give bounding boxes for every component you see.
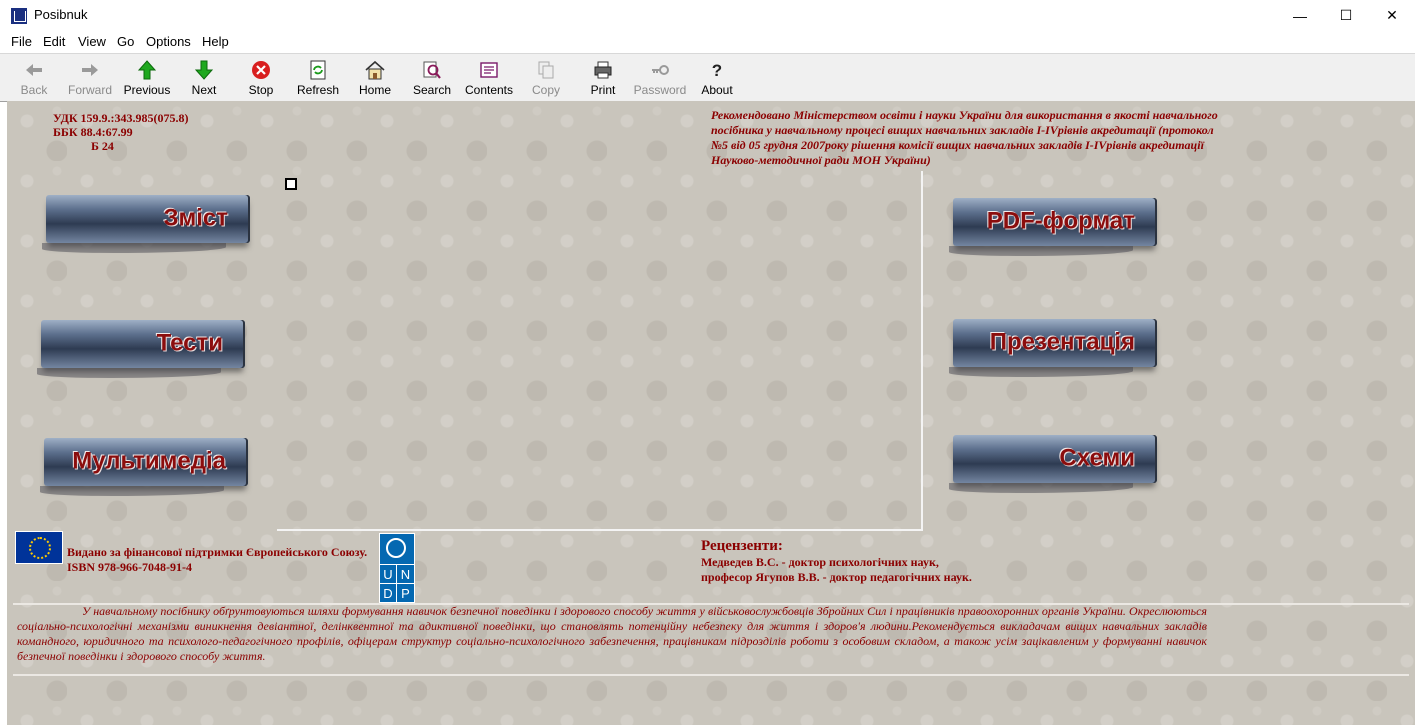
about-label: About [701,83,733,97]
previous-label: Previous [123,83,171,97]
author-mark: Б 24 [91,139,114,153]
contents-button[interactable]: Contents [461,58,517,100]
back-arrow-icon [26,64,42,76]
udk-code: УДК 159.9.:343.985(075.8) [53,111,189,125]
refresh-label: Refresh [296,83,340,97]
eu-flag-logo [15,531,63,564]
funding-info: Видано за фінансової підтримки Європейсь… [67,545,367,575]
menu-help[interactable]: Help [202,34,229,49]
copy-label: Copy [531,83,560,97]
content-area: УДК 159.9.:343.985(075.8) ББК 88.4:67.99… [7,101,1415,725]
forward-label: Forward [67,83,112,97]
print-label: Print [590,83,616,97]
toolbar: Back Forward Previous Next Stop Refresh … [0,53,1415,102]
window-title: Posibnuk [34,7,88,22]
close-button[interactable]: ✕ [1369,0,1415,31]
previous-button[interactable]: Previous [119,58,175,100]
search-label: Search [412,83,452,97]
isbn-text: ISBN 978-966-7048-91-4 [67,560,192,574]
contents-nav-button[interactable]: Зміст [42,195,250,253]
minimize-button[interactable]: — [1277,0,1323,31]
contents-nav-label: Зміст [163,204,228,232]
svg-text:?: ? [712,61,722,80]
home-icon [365,60,385,80]
password-button[interactable]: Password [632,58,688,100]
schemes-nav-label: Схеми [1059,444,1135,472]
reviewer-line: професор Ягупов В.В. - доктор педагогічн… [701,570,972,584]
back-button[interactable]: Back [6,58,62,100]
classification-codes: УДК 159.9.:343.985(075.8) ББК 88.4:67.99… [53,111,189,153]
stop-icon [252,61,270,79]
password-label: Password [633,83,687,97]
pdf-nav-button[interactable]: PDF-формат [949,198,1157,256]
back-label: Back [20,83,48,97]
schemes-nav-button[interactable]: Схеми [949,435,1157,493]
forward-button[interactable]: Forward [62,58,118,100]
title-bar: Posibnuk — ☐ ✕ [0,0,1415,31]
menu-edit[interactable]: Edit [43,34,65,49]
stop-button[interactable]: Stop [233,58,289,100]
annotation-text: У навчальному посібнику обґрунтовуються … [17,604,1207,663]
search-icon [423,61,441,79]
pdf-nav-label: PDF-формат [986,207,1135,235]
multimedia-nav-label: Мультимедіа [72,447,226,475]
undp-letter: D [380,583,397,602]
maximize-button[interactable]: ☐ [1323,0,1369,31]
copy-icon [538,61,554,79]
print-icon [594,61,612,79]
print-button[interactable]: Print [575,58,631,100]
refresh-button[interactable]: Refresh [290,58,346,100]
multimedia-nav-button[interactable]: Мультимедіа [40,438,248,496]
home-button[interactable]: Home [347,58,403,100]
undp-letters: U N D P [380,564,414,602]
reviewers-block: Рецензенти: Медведев В.С. - доктор психо… [701,538,972,585]
contents-icon [480,62,498,78]
menu-view[interactable]: View [78,34,106,49]
presentation-nav-button[interactable]: Презентація [949,319,1157,377]
panel-checkbox[interactable] [285,178,297,190]
divider [13,674,1409,676]
presentation-nav-label: Презентація [989,328,1135,356]
undp-letter: N [397,564,414,583]
down-arrow-icon [194,60,214,80]
menu-file[interactable]: File [11,34,32,49]
funding-text: Видано за фінансової підтримки Європейсь… [67,545,368,559]
bbk-code: ББК 88.4:67.99 [53,125,133,139]
undp-letter: P [397,583,414,602]
question-icon: ? [712,61,722,80]
key-icon [652,65,669,75]
up-arrow-icon [137,60,157,80]
reviewers-heading: Рецензенти: [701,538,783,554]
home-label: Home [358,83,391,97]
search-button[interactable]: Search [404,58,460,100]
menu-options[interactable]: Options [146,34,191,49]
undp-logo: U N D P [379,533,415,603]
contents-label: Contents [464,83,514,97]
stop-label: Stop [248,83,274,97]
undp-letter: U [380,564,397,583]
reviewer-line: Медведев В.С. - доктор психологічних нау… [701,555,939,569]
forward-arrow-icon [82,64,98,76]
next-button[interactable]: Next [176,58,232,100]
content-panel [277,171,923,531]
recommendation-text: Рекомендовано Міністерством освіти і нау… [711,108,1218,167]
app-icon [11,8,27,24]
menu-go[interactable]: Go [117,34,134,49]
menu-bar: File Edit View Go Options Help [0,31,1415,52]
next-label: Next [191,83,217,97]
tests-nav-button[interactable]: Тести [37,320,245,378]
copy-button[interactable]: Copy [518,58,574,100]
un-emblem-icon [386,538,406,558]
refresh-icon [310,60,326,80]
about-button[interactable]: ? About [689,58,745,100]
tests-nav-label: Тести [156,329,223,357]
